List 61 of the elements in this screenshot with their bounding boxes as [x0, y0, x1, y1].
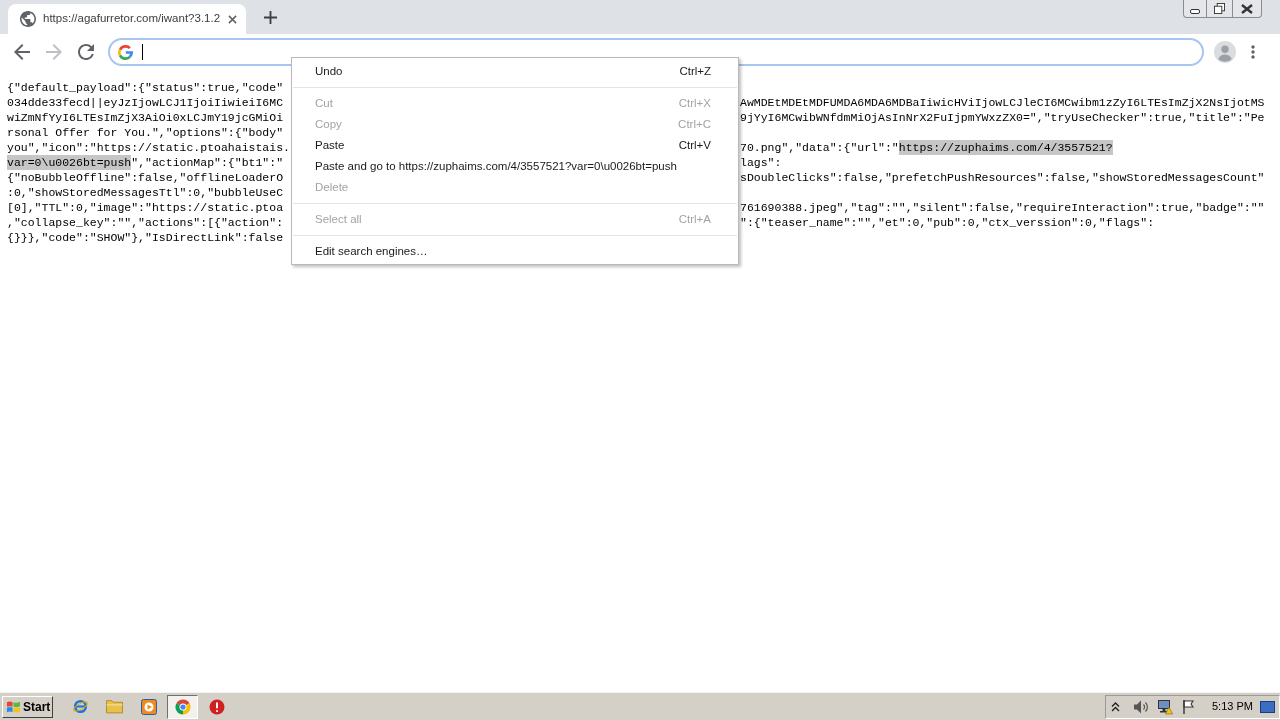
speaker-icon[interactable] [1133, 698, 1149, 715]
browser-tab[interactable]: https://agafurretor.com/iwant?3.1.2 [8, 4, 246, 34]
reload-icon [78, 44, 94, 60]
json-text: {"default_payload":{"status":true,"code" [7, 80, 284, 95]
keyboard-shortcut: Ctrl+C [678, 116, 711, 132]
json-text: ,"collapse_key":"","actions":[{"action": [7, 215, 284, 230]
letter-g-icon [118, 44, 133, 60]
json-text: AwMDEtMDEtMDFUMDA6MDA6MDBaIiwicHViIjowLCJleCI6MCwibm1zZyI6LTEsImZjX2NsIjotMS [740, 95, 1265, 110]
json-text: ":{"teaser_name":"","et":0,"pub":0,"ctx_verssion":0,"flags": [740, 215, 1155, 230]
keyboard-shortcut: Ctrl+V [678, 137, 711, 153]
forward-arrow-icon [46, 44, 62, 60]
selected-text: https://zuphaims.com/4/3557521? [898, 140, 1113, 155]
avatar-icon[interactable] [1214, 41, 1236, 63]
json-text: ","actionMap":{"bt1":" [131, 155, 284, 170]
minimize-icon [1190, 9, 1200, 14]
restore-icon [1214, 3, 1225, 14]
keyboard-shortcut: Ctrl+A [678, 211, 711, 227]
globe-icon [20, 11, 36, 27]
json-text: 034dde33fecd||eyJzIjowLCJ1IjoiIiwieiI6MC [7, 95, 284, 110]
menu-icon[interactable] [1251, 45, 1255, 59]
text-cursor [142, 44, 143, 60]
close-icon [1241, 3, 1253, 14]
selected-text: var=0\u0026bt=push [7, 155, 132, 170]
json-text: 9jYyI6MCwibWNfdmMiOjAsInNrX2FuIjpmYWxzZX0=","tryUseChecker":true,"title":"Pe [740, 110, 1265, 125]
play-icon [140, 698, 157, 715]
json-text: sDoubleClicks":false,"prefetchPushResources":false,"showStoredMessagesCount" [740, 170, 1265, 185]
menu-item[interactable]: Paste Ctrl+V [292, 135, 738, 156]
close-button[interactable] [1232, 0, 1262, 18]
back-arrow-icon [14, 44, 30, 60]
json-text: {}}},"code":"SHOW"},"IsDirectLink":false [7, 230, 284, 245]
e-logo-icon [72, 698, 89, 715]
tab-close-button[interactable] [226, 13, 238, 25]
json-text: wiZmNfYyI6LTEsImZjX3AiOi0xLCJmY19jcGMiOi [7, 110, 284, 125]
taskbar-button[interactable] [167, 694, 198, 719]
browser-icon [174, 698, 191, 715]
alert-icon [208, 698, 225, 715]
menu-item[interactable]: Edit search engines… [292, 241, 738, 262]
restore-button[interactable] [1207, 0, 1232, 18]
flag-icon[interactable] [1182, 699, 1196, 714]
json-text: lags": [740, 155, 782, 170]
network-icon[interactable] [1157, 698, 1173, 715]
plus-icon [263, 10, 277, 24]
json-text: :0,"showStoredMessagesTtl":0,"bubbleUseC [7, 185, 284, 200]
clock-time[interactable]: 5:13 PM [1212, 698, 1253, 715]
close-icon [227, 14, 237, 24]
keyboard-shortcut: Ctrl+Z [679, 63, 711, 79]
json-text: rsonal Offer for You.","options":{"body" [7, 125, 284, 140]
chevron-up-icon[interactable] [1111, 701, 1120, 712]
json-text: you","icon":"https://static.ptoahaistais. [7, 140, 290, 155]
folder-icon [106, 699, 123, 714]
minimize-button[interactable] [1183, 0, 1207, 18]
keyboard-shortcut: Ctrl+X [678, 95, 711, 111]
menu-item[interactable]: Undo Ctrl+Z [292, 61, 738, 82]
show-desktop-icon[interactable] [1260, 700, 1275, 713]
json-text: 70.png","data":{"url":" [740, 140, 899, 155]
json-text: [0],"TTL":0,"image":"https://static.ptoa [7, 200, 284, 215]
flag-logo-icon [6, 699, 21, 714]
json-text: {"noBubbleOffline":false,"offlineLoaderO [7, 170, 284, 185]
json-text: 761690388.jpeg","tag":"","silent":false,"requireInteraction":true,"badge":"" [740, 200, 1265, 215]
menu-item[interactable]: Paste and go to https://zuphaims.com/4/3557521?var=0\u0026bt=push [292, 156, 738, 177]
start-button[interactable]: Start [2, 695, 53, 718]
